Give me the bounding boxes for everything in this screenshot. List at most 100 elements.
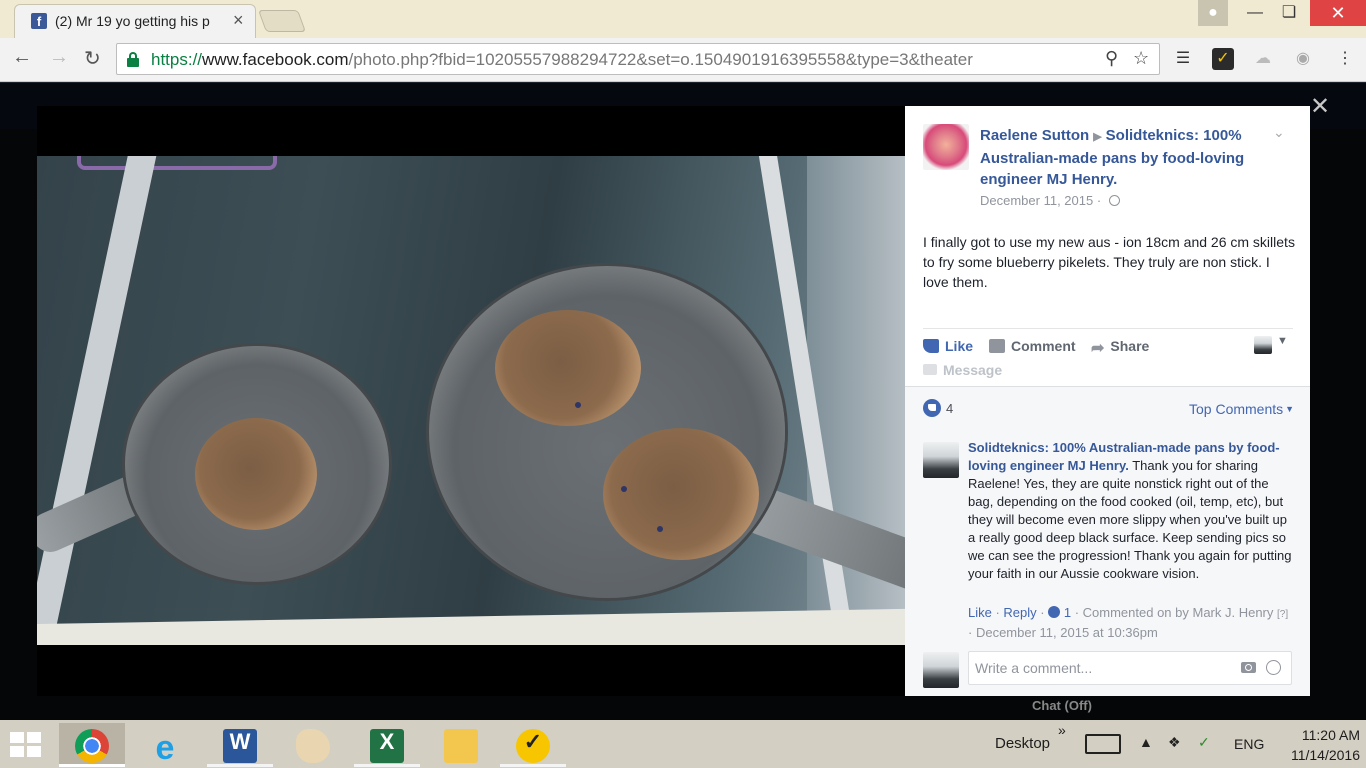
back-arrow-icon[interactable]: ←: [12, 46, 32, 69]
message-icon: [923, 364, 937, 375]
current-user-avatar: [923, 652, 959, 688]
comment-button[interactable]: Comment: [989, 338, 1076, 354]
taskbar-norton[interactable]: ✓: [500, 723, 566, 767]
author-name-link[interactable]: Raelene Sutton: [980, 127, 1089, 144]
browser-tab-facebook[interactable]: f (2) Mr 19 yo getting his p ×: [14, 4, 256, 38]
photo-stove-edge: [37, 156, 159, 645]
comment-reply-link[interactable]: Reply: [1003, 605, 1036, 620]
forward-arrow-icon[interactable]: →: [49, 46, 69, 69]
desktop-toolbar-label[interactable]: Desktop: [995, 735, 1050, 752]
post-text: I finally got to use my new aus - ion 18…: [923, 234, 1295, 290]
lock-icon: [127, 52, 139, 67]
commenter-avatar[interactable]: [923, 442, 959, 478]
cloud-extension-icon[interactable]: ☁: [1252, 48, 1274, 70]
profile-icon[interactable]: ●: [1198, 0, 1228, 26]
like-button[interactable]: Like: [923, 338, 973, 354]
taskbar-file-explorer[interactable]: [428, 723, 494, 767]
paint-palette-icon: [296, 729, 330, 763]
touch-keyboard-icon[interactable]: [1085, 734, 1121, 754]
taskbar-word[interactable]: W: [207, 723, 273, 767]
taskbar-chrome[interactable]: [59, 723, 125, 767]
top-comments-dropdown[interactable]: Top Comments ▼: [1189, 401, 1294, 417]
comment-timestamp[interactable]: December 11, 2015 at 10:36pm: [976, 625, 1158, 640]
share-button[interactable]: ➦ Share: [1091, 338, 1149, 357]
facebook-favicon-icon: f: [31, 13, 47, 29]
like-count[interactable]: 4: [946, 401, 953, 416]
address-bar[interactable]: https://www.facebook.com/photo.php?fbid=…: [116, 43, 1160, 75]
comments-section: 4 Top Comments ▼ Solidteknics: 100% Austr…: [905, 386, 1310, 696]
emoji-icon[interactable]: [1266, 660, 1281, 675]
post-header: Raelene Sutton ▶ Solidteknics: 100% Austra…: [980, 125, 1280, 190]
search-icon[interactable]: ⚲: [1105, 48, 1118, 69]
browser-toolbar: ← → ↻ https://www.facebook.com/photo.php…: [0, 38, 1366, 82]
pikelet: [495, 310, 641, 426]
taskbar-excel[interactable]: X: [354, 723, 420, 767]
excel-icon: X: [370, 729, 404, 763]
post-options-chevron-icon[interactable]: ⌄: [1273, 124, 1285, 141]
post-side-panel: Raelene Sutton ▶ Solidteknics: 100% Austra…: [905, 106, 1310, 696]
url-text: https://www.facebook.com/photo.php?fbid=…: [151, 50, 973, 69]
pikelet: [603, 428, 759, 560]
windows-taskbar: e W X ✓ Desktop » ▲ ❖ ✓ ENG 11:20 AM 11/…: [0, 720, 1366, 768]
pikelet: [195, 418, 317, 530]
camera-icon[interactable]: [1241, 662, 1256, 673]
toolbar-expand-icon[interactable]: »: [1058, 722, 1066, 738]
commented-by[interactable]: Commented on by Mark J. Henry: [1083, 605, 1274, 620]
blueberry: [621, 486, 627, 492]
system-clock[interactable]: 11:20 AM 11/14/2016: [1270, 725, 1360, 765]
norton-extension-icon[interactable]: ✓: [1212, 48, 1234, 70]
maximize-button[interactable]: ❏: [1266, 0, 1312, 26]
comment-like-count[interactable]: 1: [1064, 605, 1071, 620]
shield-extension-icon[interactable]: ◉: [1292, 48, 1314, 70]
arrow-right-icon: ▶: [1093, 131, 1102, 143]
divider: [923, 328, 1293, 329]
close-window-button[interactable]: ✕: [1310, 0, 1366, 26]
norton-tray-icon[interactable]: ✓: [1198, 734, 1210, 751]
large-skillet: [429, 266, 785, 598]
taskbar-paint[interactable]: [280, 723, 346, 767]
layers-extension-icon[interactable]: ☰: [1172, 48, 1194, 70]
photo-purple-object: [77, 156, 277, 170]
file-explorer-icon: [444, 729, 478, 763]
comment-icon: [989, 339, 1005, 353]
post-date[interactable]: December 11, 2015 ·: [980, 193, 1120, 208]
dropbox-icon[interactable]: ❖: [1168, 734, 1181, 751]
browser-titlebar: f (2) Mr 19 yo getting his p × ● — ❏ ✕: [0, 0, 1366, 38]
internet-explorer-icon: e: [155, 729, 175, 767]
show-hidden-icons-icon[interactable]: ▲: [1139, 734, 1153, 750]
thumbs-up-icon: [923, 339, 939, 353]
comment-input[interactable]: [975, 660, 1225, 676]
share-arrow-icon: ➦: [1091, 340, 1105, 357]
chrome-menu-icon[interactable]: ⋮: [1334, 48, 1356, 70]
globe-icon: [1108, 195, 1120, 206]
lightbox-close-icon[interactable]: ✕: [1310, 92, 1330, 121]
word-icon: W: [223, 729, 257, 763]
page-selector-avatar[interactable]: [1254, 336, 1272, 354]
caret-down-icon[interactable]: ▼: [1277, 335, 1288, 347]
question-marker[interactable]: [?]: [1277, 609, 1288, 620]
reload-icon[interactable]: ↻: [84, 46, 101, 71]
tab-close-icon[interactable]: ×: [233, 10, 244, 31]
photo-stage[interactable]: [37, 106, 905, 696]
blueberry: [657, 526, 663, 532]
write-comment-box[interactable]: [968, 651, 1292, 685]
blueberry: [575, 402, 581, 408]
comment-meta: Like · Reply · 1 · Commented on by Mark …: [968, 605, 1289, 640]
norton-icon: ✓: [516, 729, 550, 763]
like-reaction-icon: [1048, 606, 1061, 618]
post-photo[interactable]: [37, 156, 905, 645]
comment-text: Solidteknics: 100% Australian-made pans …: [968, 440, 1292, 581]
bookmark-star-icon[interactable]: ☆: [1133, 48, 1149, 69]
input-language[interactable]: ENG: [1234, 736, 1264, 752]
windows-start-icon[interactable]: [10, 732, 46, 758]
new-tab-button[interactable]: [257, 10, 307, 32]
like-reaction-icon[interactable]: [923, 399, 941, 417]
photo-counter: [37, 607, 905, 645]
caret-down-icon: ▼: [1285, 404, 1295, 414]
author-avatar[interactable]: [923, 124, 969, 170]
tab-title: (2) Mr 19 yo getting his p: [55, 13, 210, 29]
taskbar-internet-explorer[interactable]: e: [132, 723, 198, 767]
chat-status[interactable]: Chat (Off): [1032, 698, 1092, 713]
comment-like-link[interactable]: Like: [968, 605, 992, 620]
message-button[interactable]: Message: [923, 362, 1002, 378]
